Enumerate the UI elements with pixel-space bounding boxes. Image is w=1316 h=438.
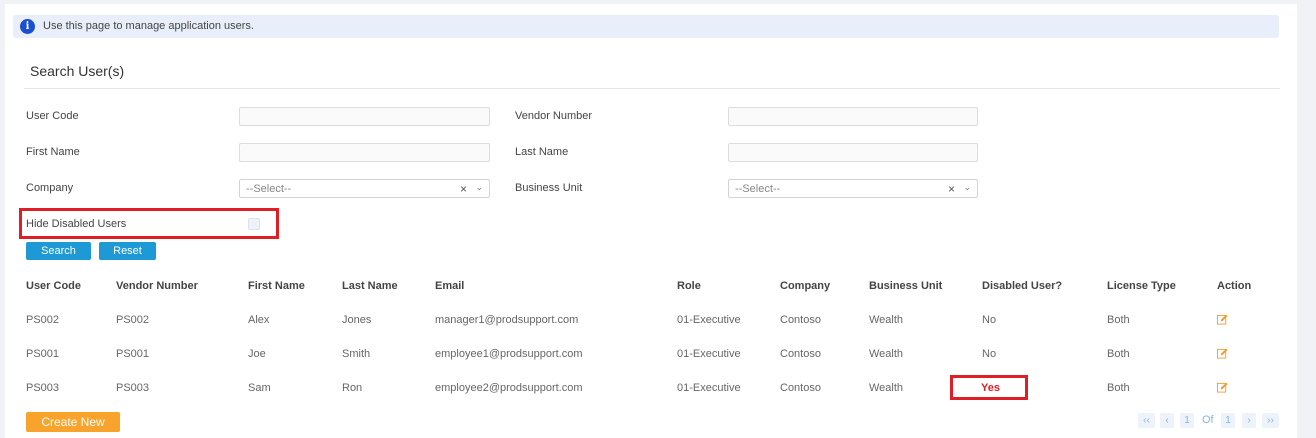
table-cell: Wealth (869, 348, 904, 360)
highlight-box (19, 208, 279, 239)
table-cell: Contoso (780, 314, 821, 326)
create-new-button[interactable]: Create New (26, 412, 120, 432)
last-page-button[interactable]: ›› (1262, 413, 1279, 428)
table-cell: PS003 (26, 382, 60, 394)
edit-icon[interactable] (1217, 314, 1228, 325)
last-name-label: Last Name (515, 146, 569, 158)
table-cell: 01-Executive (677, 348, 741, 360)
last-name-input[interactable] (728, 143, 978, 162)
table-cell: PS002 (116, 314, 150, 326)
next-page-button[interactable]: › (1242, 413, 1256, 428)
column-header[interactable]: Disabled User? (982, 280, 1062, 292)
info-icon: i (20, 19, 35, 34)
first-name-input[interactable] (239, 143, 490, 162)
chevron-down-icon[interactable]: ⌄ (963, 182, 971, 193)
table-cell: 01-Executive (677, 314, 741, 326)
table-cell: Both (1107, 348, 1130, 360)
chevron-down-icon[interactable]: ⌄ (475, 182, 483, 193)
table-cell: Contoso (780, 382, 821, 394)
search-section-title: Search User(s) (30, 63, 125, 79)
disabled-status-yes: Yes (981, 382, 1000, 394)
user-code-input[interactable] (239, 107, 490, 126)
table-cell: Joe (248, 348, 266, 360)
column-header[interactable]: Vendor Number (116, 280, 198, 292)
table-cell: employee2@prodsupport.com (435, 382, 583, 394)
company-select[interactable]: --Select-- × ⌄ (239, 179, 490, 198)
info-banner: i Use this page to manage application us… (13, 15, 1279, 38)
total-pages: 1 (1221, 413, 1235, 428)
table-cell: manager1@prodsupport.com (435, 314, 579, 326)
table-cell: Sam (248, 382, 271, 394)
table-cell: 01-Executive (677, 382, 741, 394)
column-header[interactable]: Company (780, 280, 830, 292)
company-label: Company (26, 182, 74, 194)
column-header[interactable]: Email (435, 280, 464, 292)
business-unit-label: Business Unit (515, 182, 583, 194)
first-page-button[interactable]: ‹‹ (1138, 413, 1155, 428)
table-cell: Wealth (869, 382, 904, 394)
business-unit-select[interactable]: --Select-- × ⌄ (728, 179, 978, 198)
table-cell: PS003 (116, 382, 150, 394)
column-header[interactable]: Business Unit (869, 280, 942, 292)
first-name-label: First Name (26, 146, 80, 158)
reset-button[interactable]: Reset (99, 242, 156, 260)
company-select-value: --Select-- (246, 183, 292, 195)
user-code-label: User Code (26, 110, 79, 122)
column-header[interactable]: Role (677, 280, 701, 292)
column-header: Action (1217, 280, 1252, 292)
table-cell: No (982, 348, 997, 360)
page-of-label: Of (1202, 414, 1214, 426)
search-button[interactable]: Search (26, 242, 91, 260)
table-cell: Smith (342, 348, 371, 360)
section-divider (24, 88, 1280, 89)
clear-icon[interactable]: × (460, 182, 467, 196)
table-cell: employee1@prodsupport.com (435, 348, 583, 360)
table-cell: Both (1107, 314, 1130, 326)
edit-icon[interactable] (1217, 348, 1228, 359)
column-header[interactable]: License Type (1107, 280, 1176, 292)
table-cell: Wealth (869, 314, 904, 326)
table-cell: PS001 (26, 348, 60, 360)
table-cell: PS002 (26, 314, 60, 326)
table-cell: Both (1107, 382, 1130, 394)
vendor-number-input[interactable] (728, 107, 978, 126)
column-header[interactable]: Last Name (342, 280, 398, 292)
table-cell: Jones (342, 314, 372, 326)
column-header[interactable]: First Name (248, 280, 305, 292)
table-cell: Contoso (780, 348, 821, 360)
table-cell: No (982, 314, 997, 326)
edit-icon[interactable] (1217, 382, 1228, 393)
table-cell: PS001 (116, 348, 150, 360)
column-header[interactable]: User Code (26, 280, 81, 292)
business-unit-select-value: --Select-- (735, 183, 781, 195)
vendor-number-label: Vendor Number (515, 110, 593, 122)
table-cell: Alex (248, 314, 270, 326)
current-page[interactable]: 1 (1180, 413, 1194, 428)
info-message: Use this page to manage application user… (43, 20, 254, 32)
prev-page-button[interactable]: ‹ (1160, 413, 1174, 428)
table-cell: Ron (342, 382, 363, 394)
clear-icon[interactable]: × (948, 182, 955, 196)
